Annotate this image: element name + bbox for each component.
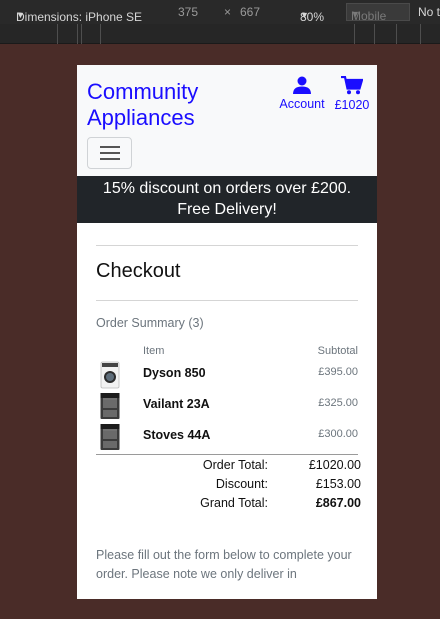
divider	[96, 300, 358, 301]
promo-banner: 15% discount on orders over £200. Free D…	[77, 176, 377, 223]
cart-total: £1020	[334, 98, 370, 112]
discount-label: Discount:	[215, 477, 268, 491]
chevron-down-icon: ▼	[16, 10, 25, 20]
brand-logo-link[interactable]: Community Appliances	[87, 79, 198, 131]
grand-total-label: Grand Total:	[200, 496, 268, 510]
width-input[interactable]: 375	[178, 5, 198, 19]
grand-total-value: £867.00	[315, 496, 361, 510]
chevron-down-icon: ▼	[351, 9, 360, 19]
promo-line-2: Free Delivery!	[177, 201, 277, 218]
account-label: Account	[279, 97, 325, 111]
divider	[96, 245, 358, 246]
range-cooker-thumbnail	[100, 424, 120, 450]
order-table-header: Item Subtotal	[96, 345, 358, 359]
site-header: Community Appliances Account £1020	[77, 65, 377, 176]
devtools-toolbar: Dimensions: iPhone SE ▼ 375 × 667 80% ▼ …	[0, 0, 440, 24]
column-header-item: Item	[143, 345, 165, 357]
item-name: Vailant 23A	[143, 397, 210, 411]
media-query-ruler	[0, 24, 440, 44]
item-price: £395.00	[318, 366, 358, 378]
cart-link[interactable]: £1020	[333, 76, 371, 112]
height-input[interactable]: 667	[240, 5, 260, 19]
account-link[interactable]: Account	[278, 76, 326, 111]
checkout-instructions: Please fill out the form below to comple…	[96, 548, 352, 581]
brand-line-2: Appliances	[87, 105, 195, 130]
discount-value: £153.00	[315, 477, 361, 491]
shopping-cart-icon	[341, 76, 363, 95]
promo-line-1: 15% discount on orders over £200.	[102, 180, 352, 197]
item-price: £300.00	[318, 428, 358, 440]
item-name: Dyson 850	[143, 366, 206, 380]
order-row: Vailant 23A £325.00	[96, 390, 358, 421]
mobile-viewport: Community Appliances Account £1020 15% d…	[77, 65, 377, 599]
order-row: Dyson 850 £395.00	[96, 359, 358, 390]
order-totals: Order Total: £1020.00 Discount: £153.00 …	[96, 455, 361, 513]
brand-line-1: Community	[87, 79, 199, 104]
column-header-subtotal: Subtotal	[317, 345, 358, 357]
page-title: Checkout	[96, 260, 181, 282]
item-price: £325.00	[318, 397, 358, 409]
user-icon	[293, 76, 311, 94]
chevron-down-icon: ▼	[300, 10, 309, 20]
times-symbol: ×	[224, 5, 232, 19]
mode-select[interactable]: Mobile ▼	[346, 3, 410, 23]
range-cooker-thumbnail	[100, 393, 120, 419]
order-total-value: £1020.00	[308, 458, 361, 472]
checkout-content: Checkout Order Summary (3) Item Subtotal…	[77, 245, 377, 584]
hamburger-menu-button[interactable]	[87, 137, 132, 169]
device-label: Dimensions: iPhone SE	[16, 10, 143, 24]
item-name: Stoves 44A	[143, 428, 211, 442]
order-row: Stoves 44A £300.00	[96, 421, 358, 452]
washing-machine-thumbnail	[100, 361, 120, 389]
order-total-label: Order Total:	[202, 458, 268, 472]
throttle-select[interactable]: No t	[418, 5, 440, 19]
order-summary-heading: Order Summary (3)	[96, 316, 204, 330]
